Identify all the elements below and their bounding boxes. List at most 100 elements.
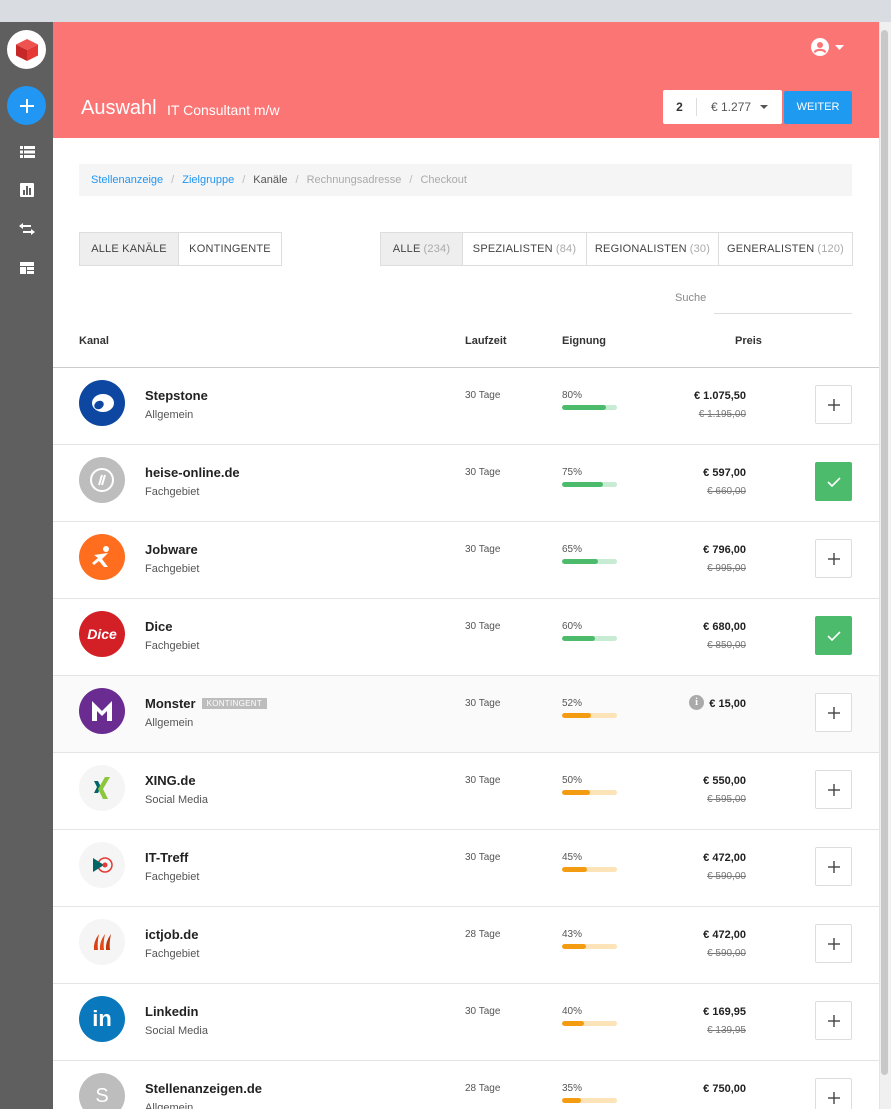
nav-stats[interactable] <box>17 180 37 200</box>
channel-category: Fachgebiet <box>145 871 200 883</box>
tab-spezialisten[interactable]: SPEZIALISTEN (84) <box>463 232 587 266</box>
breadcrumb-kanaele: Kanäle <box>253 174 288 186</box>
channel-eignung: 65% <box>562 544 583 555</box>
breadcrumb-zielgruppe[interactable]: Zielgruppe <box>182 174 234 186</box>
account-menu[interactable] <box>811 38 844 56</box>
channel-name: Dice <box>145 619 173 634</box>
add-channel-button[interactable] <box>815 1001 852 1040</box>
tab-alle-kanaele[interactable]: ALLE KANÄLE <box>79 232 179 266</box>
column-header-eignung: Eignung <box>562 335 606 347</box>
eignung-bar <box>562 867 617 872</box>
channel-price: € 550,00 <box>703 775 746 787</box>
table-row: heise-online.de Fachgebiet 30 Tage 75% €… <box>53 445 879 522</box>
channel-old-price: € 995,00 <box>707 563 746 574</box>
nav-transfer[interactable] <box>17 219 37 239</box>
plus-icon <box>827 1014 840 1027</box>
monster-icon <box>92 701 112 721</box>
channel-old-price: € 590,00 <box>707 871 746 882</box>
add-channel-button[interactable] <box>815 539 852 578</box>
nav-list[interactable] <box>17 142 37 162</box>
page-header: Auswahl IT Consultant m/w 2 € 1.277 WEIT… <box>53 22 879 138</box>
channel-category: Fachgebiet <box>145 948 200 960</box>
channel-price: € 15,00 <box>709 698 746 710</box>
add-button[interactable] <box>7 86 46 125</box>
channel-category: Fachgebiet <box>145 486 200 498</box>
search-label: Suche <box>675 292 707 304</box>
channel-laufzeit: 30 Tage <box>465 775 501 786</box>
weiter-button[interactable]: WEITER <box>784 91 852 124</box>
ittreff-logo <box>79 842 125 888</box>
table-row: Dice Dice Fachgebiet 30 Tage 60% € 680,0… <box>53 599 879 676</box>
tab-alle[interactable]: ALLE (234) <box>380 232 463 266</box>
cart-count: 2 <box>663 98 697 116</box>
cart-caret-icon <box>760 105 768 109</box>
tab-generalisten[interactable]: GENERALISTEN (120) <box>719 232 853 266</box>
nav-dashboard[interactable] <box>17 258 37 278</box>
add-channel-button[interactable] <box>815 924 852 963</box>
channel-eignung: 75% <box>562 467 583 478</box>
channel-category: Allgemein <box>145 1102 194 1109</box>
eignung-bar <box>562 636 617 641</box>
channel-category: Social Media <box>145 794 208 806</box>
scrollbar-thumb[interactable] <box>881 30 888 1075</box>
channel-name: Linkedin <box>145 1004 199 1019</box>
table-row: Monster KONTINGENT Allgemein 30 Tage 52% … <box>53 676 879 753</box>
channel-category: Allgemein <box>145 717 194 729</box>
column-header-laufzeit: Laufzeit <box>465 335 507 347</box>
column-header-preis: Preis <box>735 335 762 347</box>
xing-logo <box>79 765 125 811</box>
channel-name: Stellenanzeigen.de <box>145 1081 263 1096</box>
eignung-bar-fill <box>562 867 587 872</box>
stepstone-icon <box>92 394 114 412</box>
channel-price: € 1.075,50 <box>694 390 746 402</box>
channel-price: € 750,00 <box>703 1083 746 1095</box>
add-channel-button[interactable] <box>815 847 852 886</box>
channel-name: Jobware <box>145 542 198 557</box>
channel-laufzeit: 30 Tage <box>465 390 501 401</box>
search-input[interactable] <box>714 285 852 314</box>
channel-laufzeit: 30 Tage <box>465 852 501 863</box>
selected-check-button[interactable] <box>815 462 852 501</box>
heise-icon <box>90 468 114 492</box>
add-channel-button[interactable] <box>815 770 852 809</box>
sidebar <box>0 22 53 1109</box>
channel-category: Allgemein <box>145 409 194 421</box>
channel-price: € 472,00 <box>703 852 746 864</box>
table-row: XING.de Social Media 30 Tage 50% € 550,0… <box>53 753 879 830</box>
stellenanzeigen-logo: S <box>79 1073 125 1109</box>
eignung-bar <box>562 1098 617 1103</box>
cart-summary[interactable]: 2 € 1.277 <box>663 90 782 124</box>
channel-name: IT-Treff <box>145 850 189 865</box>
add-channel-button[interactable] <box>815 693 852 732</box>
ittreff-icon <box>93 857 113 873</box>
info-icon[interactable]: i <box>689 695 704 710</box>
channel-eignung: 80% <box>562 390 583 401</box>
main-content: Auswahl IT Consultant m/w 2 € 1.277 WEIT… <box>53 22 879 1109</box>
heise-logo <box>79 457 125 503</box>
eignung-bar-fill <box>562 790 590 795</box>
channel-eignung: 60% <box>562 621 583 632</box>
selected-check-button[interactable] <box>815 616 852 655</box>
channel-tabs: ALLE KANÄLE KONTINGENTE <box>79 232 282 266</box>
xing-icon <box>94 777 110 799</box>
eignung-bar-fill <box>562 636 595 641</box>
kontingent-badge: KONTINGENT <box>201 698 268 709</box>
channel-category: Social Media <box>145 1025 208 1037</box>
tab-regionalisten[interactable]: REGIONALISTEN (30) <box>587 232 719 266</box>
channel-laufzeit: 30 Tage <box>465 621 501 632</box>
page-subtitle: IT Consultant m/w <box>167 102 280 118</box>
channel-price: € 597,00 <box>703 467 746 479</box>
add-channel-button[interactable] <box>815 1078 852 1109</box>
table-row: in Linkedin Social Media 30 Tage 40% € 1… <box>53 984 879 1061</box>
tab-kontingente[interactable]: KONTINGENTE <box>179 232 282 266</box>
eignung-bar-fill <box>562 713 591 718</box>
breadcrumb-stellenanzeige[interactable]: Stellenanzeige <box>91 174 163 186</box>
eignung-bar <box>562 405 617 410</box>
table-row: ictjob.de Fachgebiet 28 Tage 43% € 472,0… <box>53 907 879 984</box>
monster-logo <box>79 688 125 734</box>
channel-old-price: € 595,00 <box>707 794 746 805</box>
eignung-bar <box>562 1021 617 1026</box>
eignung-bar-fill <box>562 1021 584 1026</box>
app-logo[interactable] <box>7 30 46 69</box>
add-channel-button[interactable] <box>815 385 852 424</box>
